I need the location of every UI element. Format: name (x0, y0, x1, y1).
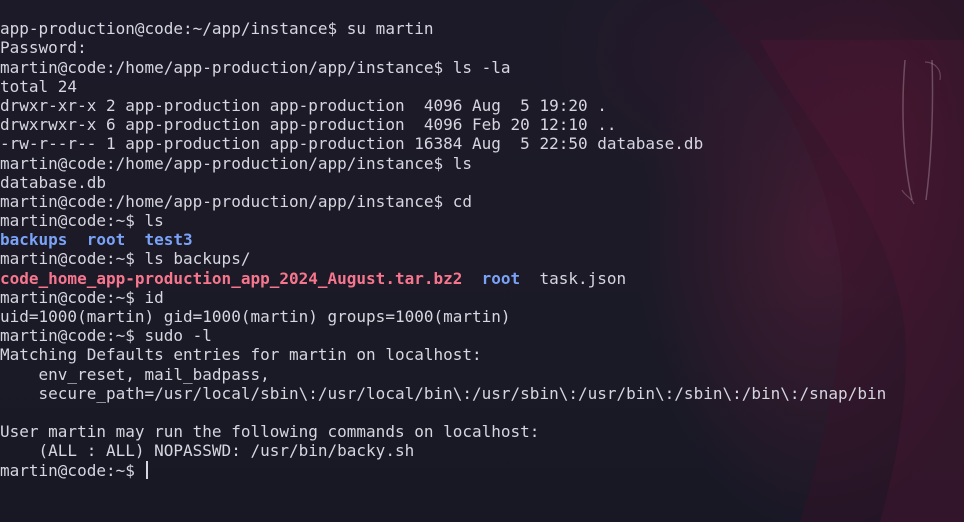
terminal-line: martin@code:~$ ls backups/ (0, 249, 251, 269)
terminal-line: secure_path=/usr/local/sbin\:/usr/local/… (0, 383, 887, 403)
archive-file: code_home_app-production_app_2024_August… (0, 268, 463, 288)
current-prompt: martin@code:~$ (0, 460, 145, 480)
terminal-line: martin@code:~$ ls (0, 211, 164, 231)
file-task-json: task.json (539, 268, 627, 288)
terminal-line: Password: (0, 38, 87, 58)
terminal-line: martin@code:/home/app-production/app/ins… (0, 57, 511, 77)
terminal-line: martin@code:~$ id (0, 287, 164, 307)
terminal-line: (ALL : ALL) NOPASSWD: /usr/bin/backy.sh (0, 441, 415, 461)
terminal-line: env_reset, mail_badpass, (0, 364, 270, 384)
terminal-line: app-production@code:~/app/instance$ su m… (0, 19, 434, 39)
terminal-line: drwxr-xr-x 2 app-production app-producti… (0, 95, 607, 115)
terminal-line: User martin may run the following comman… (0, 422, 540, 442)
text-cursor (145, 460, 148, 479)
terminal-line: martin@code:/home/app-production/app/ins… (0, 191, 473, 211)
terminal-line: martin@code:/home/app-production/app/ins… (0, 153, 473, 173)
terminal-line: uid=1000(martin) gid=1000(martin) groups… (0, 307, 511, 327)
dir-root: root (86, 230, 126, 250)
dir-backups: backups (0, 230, 68, 250)
ls-home-output: backups root test3 (0, 229, 964, 250)
terminal-line: total 24 (0, 76, 78, 96)
terminal-line: database.db (0, 172, 106, 192)
terminal-line: martin@code:~$ sudo -l (0, 326, 212, 346)
dir-test3: test3 (144, 230, 193, 250)
terminal-output[interactable]: app-production@code:~/app/instance$ su m… (0, 0, 964, 522)
ls-backups-output: code_home_app-production_app_2024_August… (0, 268, 964, 289)
terminal-line: -rw-r--r-- 1 app-production app-producti… (0, 134, 704, 154)
terminal-line: Matching Defaults entries for martin on … (0, 345, 482, 365)
terminal-line: drwxrwxr-x 6 app-production app-producti… (0, 115, 617, 135)
current-prompt-line[interactable]: martin@code:~$ (0, 460, 964, 481)
dir-root: root (481, 268, 521, 288)
